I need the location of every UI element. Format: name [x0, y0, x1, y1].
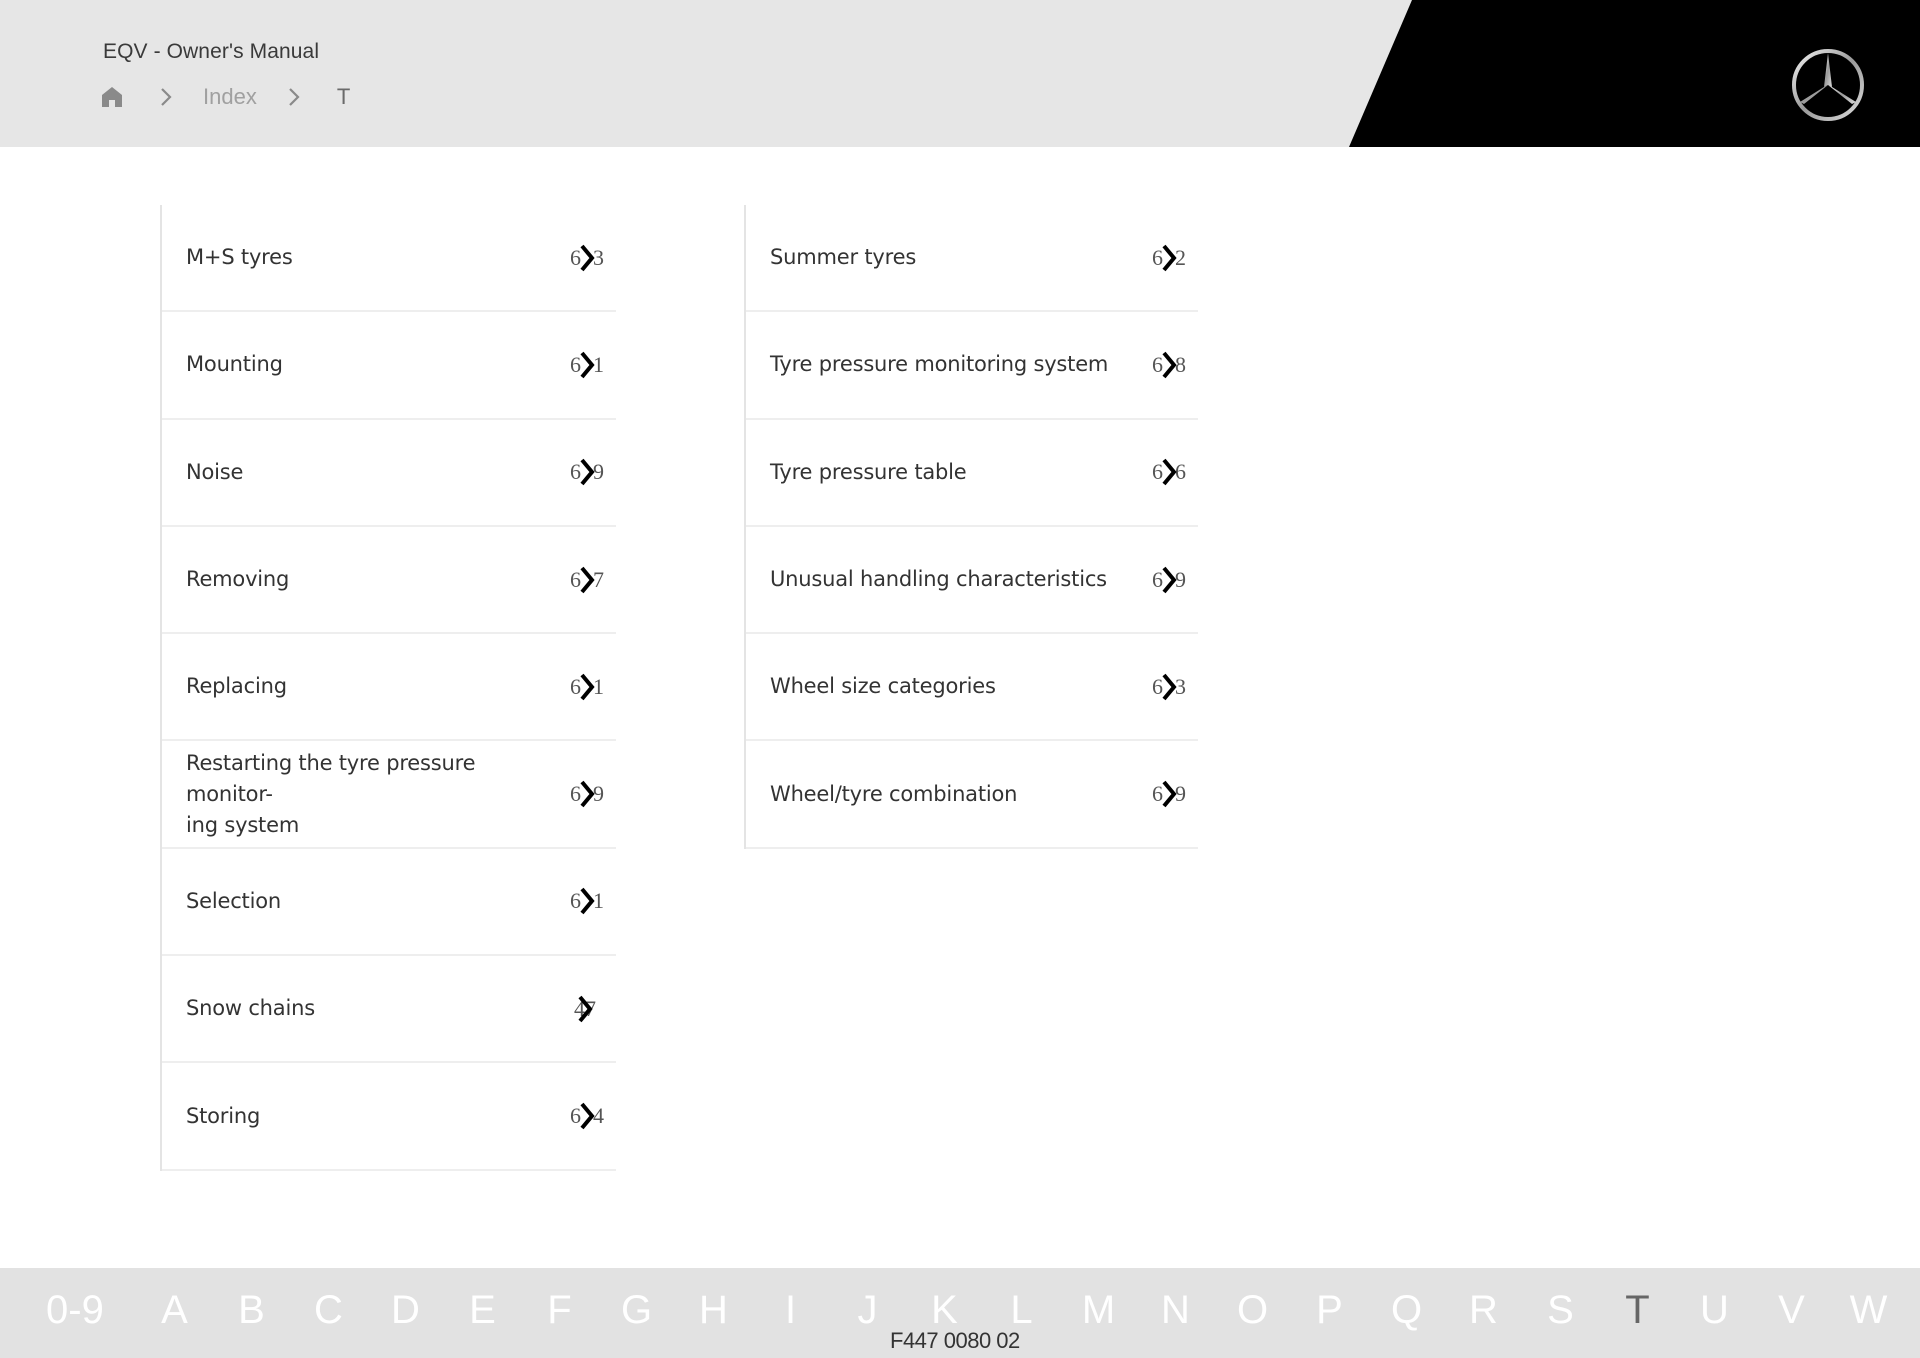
- index-entry[interactable]: Restarting the tyre pressure monitor- in…: [162, 741, 616, 849]
- alphabet-nav: 0-9 A B C D E F G H I J K L M N O P Q R …: [46, 1288, 1907, 1333]
- alphabet-letter-l[interactable]: L: [983, 1288, 1060, 1333]
- alphabet-letter-0-9[interactable]: 0-9: [46, 1288, 136, 1333]
- index-entry[interactable]: Wheel/tyre combination 6 9: [746, 741, 1198, 849]
- index-entry[interactable]: Snow chains 4 7: [162, 956, 616, 1064]
- index-entry[interactable]: Noise 6 9: [162, 420, 616, 527]
- index-entry-label: Restarting the tyre pressure monitor- in…: [186, 748, 566, 841]
- breadcrumb-index-link[interactable]: Index: [203, 84, 257, 110]
- index-entry-page[interactable]: 6 8: [1152, 350, 1186, 380]
- chevron-right-icon: [578, 458, 596, 486]
- index-entry-label: Tyre pressure table: [770, 459, 967, 484]
- index-entry[interactable]: Unusual handling characteristics 6 9: [746, 527, 1198, 635]
- index-entry-label: Noise: [186, 459, 244, 484]
- alphabet-letter-k[interactable]: K: [906, 1288, 983, 1333]
- index-entry[interactable]: Mounting 6 1: [162, 312, 616, 420]
- chevron-right-icon: [159, 87, 173, 107]
- index-entry-page[interactable]: 6 6: [1152, 457, 1186, 487]
- alphabet-letter-g[interactable]: G: [598, 1288, 675, 1333]
- index-entry[interactable]: Tyre pressure monitoring system 6 8: [746, 312, 1198, 420]
- alphabet-letter-q[interactable]: Q: [1368, 1288, 1445, 1333]
- alphabet-letter-v[interactable]: V: [1753, 1288, 1830, 1333]
- chevron-right-icon: [578, 673, 596, 701]
- alphabet-letter-s[interactable]: S: [1522, 1288, 1599, 1333]
- index-entry-page[interactable]: 4 7: [574, 994, 596, 1024]
- breadcrumb: Index T: [101, 82, 350, 112]
- index-entry-label: Snow chains: [186, 996, 315, 1021]
- chevron-right-icon: [578, 244, 596, 272]
- index-entry-page[interactable]: 6 1: [570, 672, 604, 702]
- alphabet-letter-n[interactable]: N: [1137, 1288, 1214, 1333]
- chevron-right-icon: [1160, 351, 1178, 379]
- home-icon[interactable]: [101, 86, 123, 108]
- index-entry[interactable]: M+S tyres 6 3: [162, 205, 616, 313]
- index-entry[interactable]: Tyre pressure table 6 6: [746, 420, 1198, 527]
- index-entry[interactable]: Removing 6 7: [162, 527, 616, 635]
- index-entry[interactable]: Summer tyres 6 2: [746, 205, 1198, 313]
- alphabet-letter-f[interactable]: F: [521, 1288, 598, 1333]
- alphabet-letter-j[interactable]: J: [829, 1288, 906, 1333]
- index-entry-page[interactable]: 6 9: [1152, 565, 1186, 595]
- alphabet-letter-m[interactable]: M: [1060, 1288, 1137, 1333]
- index-entry-page[interactable]: 6 7: [570, 565, 604, 595]
- index-entry-label: Summer tyres: [770, 245, 917, 270]
- index-entry-page[interactable]: 6 1: [570, 350, 604, 380]
- alphabet-letter-i[interactable]: I: [752, 1288, 829, 1333]
- alphabet-letter-b[interactable]: B: [213, 1288, 290, 1333]
- alphabet-letter-o[interactable]: O: [1214, 1288, 1291, 1333]
- chevron-right-icon: [1160, 458, 1178, 486]
- index-entry-page[interactable]: 6 4: [570, 1101, 604, 1131]
- chevron-right-icon: [578, 780, 596, 808]
- index-entry-page[interactable]: 6 9: [570, 779, 604, 809]
- chevron-right-icon: [287, 87, 301, 107]
- manual-title: EQV - Owner's Manual: [103, 40, 320, 63]
- alphabet-letter-h[interactable]: H: [675, 1288, 752, 1333]
- index-column-2: Summer tyres 6 2 Tyre pressure monitorin…: [744, 205, 1198, 849]
- chevron-right-icon: [1160, 780, 1178, 808]
- index-entry-label: Wheel/tyre combination: [770, 781, 1018, 806]
- chevron-right-icon: [1160, 566, 1178, 594]
- index-column-1: M+S tyres 6 3 Mounting 6 1 Noise 6 9 Rem…: [160, 205, 616, 1171]
- index-entry[interactable]: Replacing 6 1: [162, 634, 616, 742]
- index-entry[interactable]: Storing 6 4: [162, 1063, 616, 1171]
- chevron-right-icon: [578, 1102, 596, 1130]
- index-entry-page[interactable]: 6 9: [1152, 779, 1186, 809]
- index-entry-label: Replacing: [186, 674, 287, 699]
- alphabet-letter-w[interactable]: W: [1830, 1288, 1907, 1333]
- index-entry-label: Removing: [186, 567, 290, 592]
- alphabet-letter-a[interactable]: A: [136, 1288, 213, 1333]
- index-entry-label: Selection: [186, 888, 281, 913]
- mercedes-star-logo[interactable]: [1790, 47, 1866, 123]
- alphabet-letter-p[interactable]: P: [1291, 1288, 1368, 1333]
- breadcrumb-current: T: [336, 84, 351, 109]
- index-entry-page[interactable]: 6 2: [1152, 243, 1186, 273]
- alphabet-letter-d[interactable]: D: [367, 1288, 444, 1333]
- index-entry-label-line-2: ing system: [186, 812, 300, 837]
- alphabet-letter-u[interactable]: U: [1676, 1288, 1753, 1333]
- alphabet-letter-c[interactable]: C: [290, 1288, 367, 1333]
- chevron-right-icon: [578, 566, 596, 594]
- chevron-right-icon: [1160, 673, 1178, 701]
- document-code: F447 0080 02: [890, 1328, 1020, 1353]
- index-entry-page[interactable]: 6 3: [1152, 672, 1186, 702]
- index-entry-label: Mounting: [186, 352, 283, 377]
- index-entry-label: Storing: [186, 1103, 261, 1128]
- alphabet-letter-t-active[interactable]: T: [1599, 1288, 1676, 1333]
- alphabet-letter-e[interactable]: E: [444, 1288, 521, 1333]
- chevron-right-icon: [576, 995, 594, 1023]
- index-entry-page[interactable]: 6 9: [570, 457, 604, 487]
- index-entry-label-line-1: Restarting the tyre pressure monitor-: [186, 750, 476, 806]
- chevron-right-icon: [578, 887, 596, 915]
- index-entry[interactable]: Selection 6 1: [162, 849, 616, 957]
- index-entry-page[interactable]: 6 3: [570, 243, 604, 273]
- chevron-right-icon: [578, 351, 596, 379]
- index-entry-label: Unusual handling characteristics: [770, 567, 1107, 592]
- index-entry-page[interactable]: 6 1: [570, 886, 604, 916]
- index-entry-label: Wheel size categories: [770, 674, 996, 699]
- chevron-right-icon: [1160, 244, 1178, 272]
- index-entry-label: Tyre pressure monitoring system: [770, 352, 1109, 377]
- index-entry[interactable]: Wheel size categories 6 3: [746, 634, 1198, 742]
- alphabet-letter-r[interactable]: R: [1445, 1288, 1522, 1333]
- index-entry-label: M+S tyres: [186, 245, 293, 270]
